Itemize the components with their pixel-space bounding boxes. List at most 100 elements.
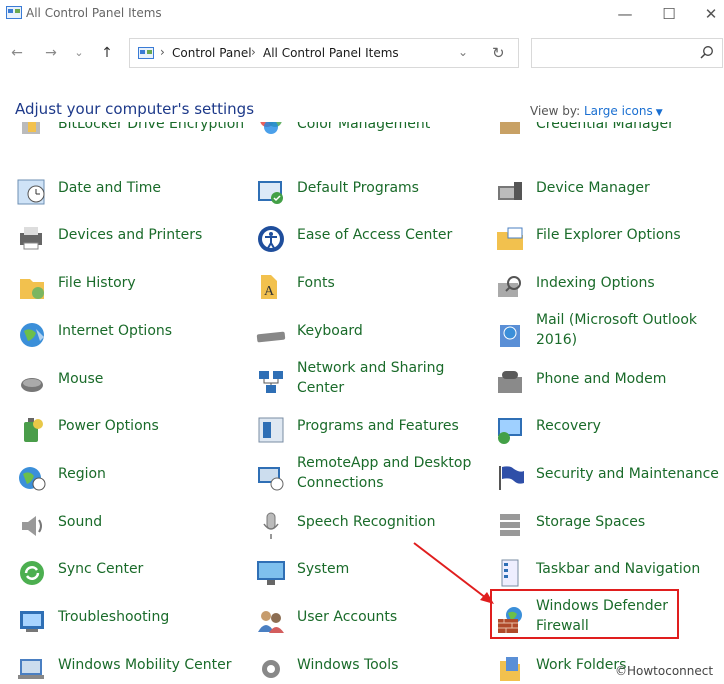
mobility-icon bbox=[18, 658, 44, 679]
view-by-dropdown[interactable]: Large icons ▼ bbox=[584, 104, 663, 118]
network-icon bbox=[259, 370, 283, 393]
cp-item-file-explorer-options[interactable]: File Explorer Options bbox=[494, 219, 716, 263]
address-dropdown-button[interactable]: ⌄ bbox=[458, 45, 468, 59]
refresh-button[interactable]: ↻ bbox=[492, 44, 505, 62]
cp-item-recovery[interactable]: Recovery bbox=[494, 410, 716, 454]
folder-icon bbox=[497, 227, 523, 251]
phone-icon bbox=[498, 370, 522, 393]
watermark: ©Howtoconnect bbox=[615, 664, 714, 678]
item-label: Internet Options bbox=[58, 322, 173, 339]
flag-icon bbox=[499, 465, 524, 490]
item-label: Recovery bbox=[536, 418, 601, 435]
cp-item-fonts[interactable]: A Fonts bbox=[255, 267, 485, 311]
cp-item-default-programs[interactable]: Default Programs bbox=[255, 172, 485, 216]
item-label: Default Programs bbox=[297, 179, 419, 196]
item-label-line: Center bbox=[297, 379, 345, 396]
bitlocker-icon bbox=[22, 122, 40, 134]
item-label: Mouse bbox=[58, 370, 104, 387]
item-label: Mail (Microsoft Outlook 2016) bbox=[536, 310, 697, 350]
cp-item-ease-of-access-center[interactable]: Ease of Access Center bbox=[255, 219, 485, 263]
back-button[interactable]: ← bbox=[8, 44, 26, 62]
cp-item-devices-and-printers[interactable]: Devices and Printers bbox=[16, 219, 246, 263]
cp-item-remoteapp-and-desktop-connections[interactable]: RemoteApp and Desktop Connections bbox=[255, 455, 485, 502]
cp-item-file-history[interactable]: File History bbox=[16, 267, 246, 311]
cp-item-phone-and-modem[interactable]: Phone and Modem bbox=[494, 363, 716, 407]
cp-item-troubleshooting[interactable]: Troubleshooting bbox=[16, 601, 246, 645]
item-label: Windows Mobility Center bbox=[58, 656, 232, 673]
item-label: Region bbox=[58, 465, 106, 482]
cp-item-sync-center[interactable]: Sync Center bbox=[16, 553, 246, 597]
default-programs-icon bbox=[258, 180, 283, 204]
cp-item-color-management[interactable]: Color Management bbox=[255, 122, 485, 168]
item-label: Color Management bbox=[297, 122, 431, 132]
item-label: Keyboard bbox=[297, 322, 363, 339]
cp-item-bitlocker-drive-encryption[interactable]: BitLocker Drive Encryption bbox=[16, 122, 246, 168]
item-label: Speech Recognition bbox=[297, 513, 436, 530]
search-box[interactable] bbox=[531, 38, 723, 68]
storage-icon bbox=[500, 513, 520, 536]
cp-item-credential-manager[interactable]: Credential Manager bbox=[494, 122, 716, 168]
item-label-line: 2016) bbox=[536, 331, 578, 348]
item-label-line: RemoteApp and Desktop bbox=[297, 454, 472, 471]
breadcrumb-separator: › bbox=[251, 45, 256, 59]
up-button[interactable]: ↑ bbox=[98, 44, 116, 62]
mouse-icon bbox=[21, 377, 43, 392]
item-label: Credential Manager bbox=[536, 122, 674, 132]
work-folders-icon bbox=[500, 656, 520, 681]
cp-item-power-options[interactable]: Power Options bbox=[16, 410, 246, 454]
cp-item-sound[interactable]: Sound bbox=[16, 506, 246, 550]
cp-item-security-and-maintenance[interactable]: Security and Maintenance bbox=[494, 458, 719, 502]
page-title: Adjust your computer's settings bbox=[15, 100, 255, 118]
search-input[interactable] bbox=[536, 43, 690, 65]
clock-icon bbox=[17, 179, 45, 205]
annotation-arrow bbox=[413, 542, 494, 604]
breadcrumb-all-items[interactable]: All Control Panel Items bbox=[263, 46, 399, 60]
cp-item-device-manager[interactable]: Device Manager bbox=[494, 172, 716, 216]
device-manager-icon bbox=[498, 181, 522, 200]
globe-clock-icon bbox=[19, 466, 46, 491]
view-by-value: Large icons bbox=[584, 104, 653, 118]
breadcrumb-control-panel[interactable]: Control Panel bbox=[172, 46, 252, 60]
monitor-icon bbox=[257, 561, 285, 586]
item-label: Device Manager bbox=[536, 179, 650, 196]
cp-item-storage-spaces[interactable]: Storage Spaces bbox=[494, 506, 716, 550]
cp-item-indexing-options[interactable]: Indexing Options bbox=[494, 267, 716, 311]
item-label-line: Connections bbox=[297, 474, 384, 491]
fonts-icon: A bbox=[261, 275, 277, 300]
cp-item-mail-microsoft-outlook-2016[interactable]: Mail (Microsoft Outlook 2016) bbox=[494, 312, 716, 359]
item-label: Troubleshooting bbox=[58, 609, 170, 625]
item-label: RemoteApp and Desktop Connections bbox=[297, 453, 471, 493]
cp-item-internet-options[interactable]: Internet Options bbox=[16, 315, 246, 359]
view-by-label: View by: bbox=[530, 104, 581, 118]
accessibility-icon bbox=[258, 226, 284, 253]
forward-button[interactable]: → bbox=[42, 44, 60, 62]
address-bar[interactable]: › Control Panel › All Control Panel Item… bbox=[129, 38, 519, 68]
item-label: File Explorer Options bbox=[536, 227, 681, 244]
item-label: Phone and Modem bbox=[536, 370, 667, 387]
close-button[interactable]: ✕ bbox=[698, 4, 724, 24]
mail-icon bbox=[500, 324, 520, 347]
troubleshoot-icon bbox=[20, 611, 44, 632]
sync-icon bbox=[20, 561, 44, 586]
cp-item-keyboard[interactable]: Keyboard bbox=[255, 315, 485, 359]
cp-item-network-and-sharing-center[interactable]: Network and Sharing Center bbox=[255, 360, 485, 407]
cp-item-region[interactable]: Region bbox=[16, 458, 246, 502]
item-label: BitLocker Drive Encryption bbox=[58, 122, 245, 132]
cp-item-programs-and-features[interactable]: Programs and Features bbox=[255, 410, 485, 454]
cp-item-date-and-time[interactable]: Date and Time bbox=[16, 172, 246, 216]
indexing-icon bbox=[498, 276, 521, 298]
minimize-button[interactable]: — bbox=[612, 4, 638, 24]
chevron-down-icon: ▼ bbox=[655, 108, 663, 118]
cp-item-windows-tools[interactable]: Windows Tools bbox=[255, 649, 485, 684]
programs-icon bbox=[258, 417, 284, 443]
globe-icon bbox=[20, 322, 44, 347]
item-label: System bbox=[297, 561, 350, 578]
remote-desktop-icon bbox=[258, 466, 284, 491]
users-icon bbox=[258, 611, 284, 633]
cp-item-windows-mobility-center[interactable]: Windows Mobility Center bbox=[16, 649, 246, 684]
maximize-button[interactable]: ☐ bbox=[656, 4, 682, 24]
control-panel-icon bbox=[138, 47, 154, 59]
recent-locations-button[interactable]: ⌄ bbox=[70, 44, 88, 62]
search-icon[interactable] bbox=[700, 45, 714, 59]
cp-item-mouse[interactable]: Mouse bbox=[16, 363, 246, 407]
